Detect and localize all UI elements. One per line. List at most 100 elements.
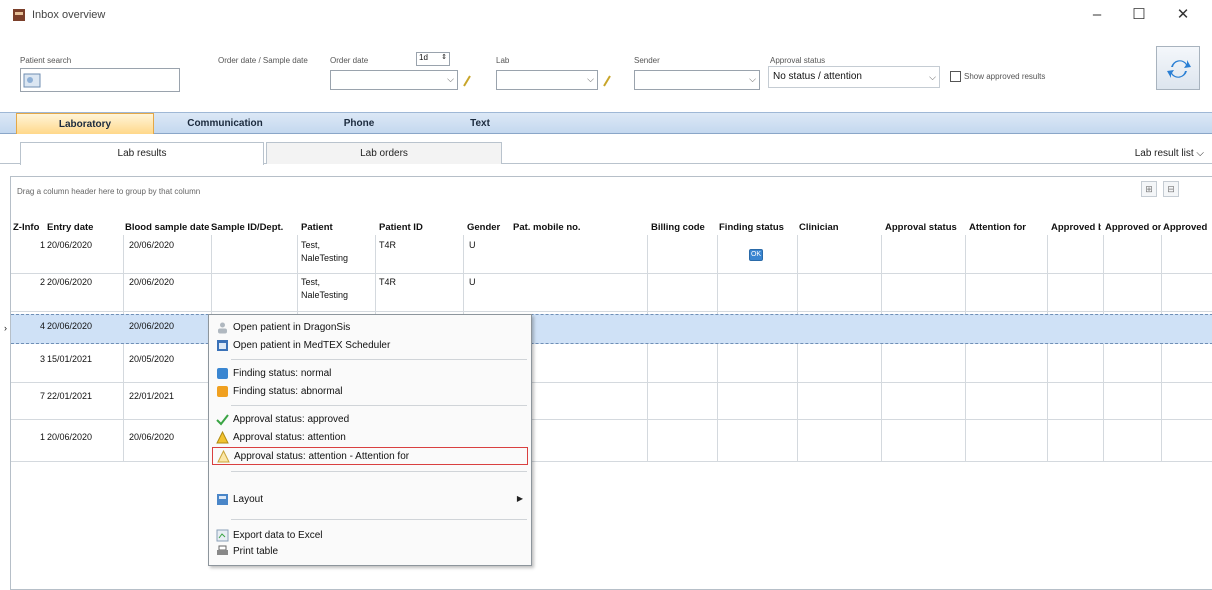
- col-approval-status[interactable]: Approval status: [885, 222, 967, 233]
- row-divider: [11, 461, 1212, 462]
- sender-label: Sender: [634, 56, 660, 65]
- title-bar: Inbox overview – ☐ ✕: [0, 0, 1212, 30]
- col-clinician[interactable]: Clinician: [799, 222, 875, 233]
- sender-dropdown[interactable]: ⌵: [634, 70, 760, 90]
- menu-item-open-patient-scheduler[interactable]: Open patient in MedTEX Scheduler: [209, 337, 531, 355]
- tab-lab-orders[interactable]: Lab orders: [266, 142, 502, 164]
- col-billing-code[interactable]: Billing code: [651, 222, 715, 233]
- col-z-info[interactable]: Z-Info: [13, 222, 43, 233]
- show-approved-checkbox[interactable]: [950, 71, 961, 82]
- chevron-down-icon[interactable]: ⌵: [587, 74, 594, 85]
- lab-results-grid: Drag a column header here to group by th…: [4, 176, 1212, 590]
- order-date-dropdown[interactable]: ⌵: [330, 70, 458, 90]
- patient-search-icon[interactable]: [23, 71, 41, 89]
- menu-item-label: Approval status: attention - Attention f…: [234, 451, 410, 462]
- menu-item-label: Open patient in MedTEX Scheduler: [233, 340, 391, 351]
- tab-text[interactable]: Text: [430, 113, 530, 134]
- maximize-button[interactable]: ☐: [1124, 4, 1154, 26]
- lab-result-list-dropdown[interactable]: Lab result list ⌵: [1135, 148, 1204, 159]
- group-by-hint: Drag a column header here to group by th…: [17, 187, 201, 196]
- approval-status-dropdown[interactable]: No status / attention ⌵: [768, 66, 940, 88]
- patient-name: Test,: [301, 240, 321, 250]
- table-row[interactable]: 2 20/06/2020 20/06/2020 Test, NaleTestin…: [11, 274, 1212, 310]
- col-patient[interactable]: Patient: [301, 222, 371, 233]
- menu-item-layout[interactable]: Layout ▶: [209, 491, 531, 509]
- menu-item-finding-normal[interactable]: Finding status: normal: [209, 365, 531, 383]
- scheduler-icon: [217, 340, 228, 351]
- abnormal-status-icon: [217, 386, 228, 397]
- col-approved[interactable]: Approved: [1163, 222, 1212, 233]
- menu-item-label: Approval status: approved: [233, 414, 350, 425]
- col-mobile[interactable]: Pat. mobile no.: [513, 222, 643, 233]
- entry-date: 20/06/2020: [47, 240, 93, 250]
- entry-date: 20/06/2020: [47, 321, 93, 331]
- window-title: Inbox overview: [32, 9, 106, 21]
- patient-name-2: NaleTesting: [301, 253, 349, 263]
- blood-sample-date: 20/05/2020: [129, 354, 175, 364]
- tab-phone[interactable]: Phone: [300, 113, 418, 134]
- patient-icon: [218, 322, 227, 334]
- row-number: 3: [39, 354, 45, 364]
- col-patient-id[interactable]: Patient ID: [379, 222, 461, 233]
- patient-name: Test,: [301, 277, 321, 287]
- menu-item-label: Layout: [233, 494, 264, 505]
- chevron-down-icon[interactable]: ⌵: [1196, 148, 1204, 159]
- col-blood-sample-date[interactable]: Blood sample date: [125, 222, 209, 233]
- collapse-all-icon[interactable]: ⊟: [1163, 181, 1179, 197]
- tab-communication[interactable]: Communication: [160, 113, 290, 134]
- table-row-selected[interactable]: › 4 20/06/2020 20/06/2020: [4, 314, 1212, 344]
- table-row[interactable]: 1 20/06/2020 20/06/2020 Test, NaleTestin…: [11, 237, 1212, 273]
- filter-bar: Patient search Order date / Sample date …: [0, 30, 1212, 104]
- order-date-label: Order date / Sample date: [218, 56, 308, 65]
- menu-item-approval-attention-for[interactable]: Approval status: attention - Attention f…: [212, 447, 528, 465]
- col-sample-id[interactable]: Sample ID/Dept.: [211, 222, 295, 233]
- tab-lab-results[interactable]: Lab results: [20, 142, 264, 165]
- patient-search-field[interactable]: [20, 68, 180, 92]
- col-approved-on[interactable]: Approved on: [1105, 222, 1161, 233]
- show-approved-label: Show approved results: [964, 72, 1046, 81]
- row-number: 1: [39, 432, 45, 442]
- main-tab-bar: Laboratory Communication Phone Text: [0, 112, 1212, 134]
- menu-item-label: Open patient in DragonSis: [233, 322, 351, 333]
- col-gender[interactable]: Gender: [467, 222, 513, 233]
- tab-laboratory[interactable]: Laboratory: [16, 113, 154, 134]
- order-date-stepper[interactable]: 1d ⇕: [416, 52, 450, 66]
- checkmark-icon: [216, 414, 229, 426]
- gender: U: [469, 240, 476, 250]
- expand-all-icon[interactable]: ⊞: [1141, 181, 1157, 197]
- refresh-icon: [1167, 60, 1191, 78]
- warning-outline-icon: [217, 450, 230, 463]
- order-date-stepper-value: 1d: [419, 53, 428, 62]
- lab-dropdown[interactable]: ⌵: [496, 70, 598, 90]
- menu-item-approval-approved[interactable]: Approval status: approved: [209, 411, 531, 429]
- context-menu: Open patient in DragonSis Open patient i…: [208, 314, 532, 566]
- blood-sample-date: 22/01/2021: [129, 391, 175, 401]
- gender: U: [469, 277, 476, 287]
- approval-status-label: Approval status: [770, 56, 826, 65]
- refresh-button[interactable]: [1156, 46, 1200, 90]
- table-row[interactable]: 7 22/01/2021 22/01/2021: [11, 383, 1212, 419]
- spinner-icon[interactable]: ⇕: [441, 53, 447, 61]
- chevron-down-icon[interactable]: ⌵: [929, 72, 936, 83]
- menu-item-print-table[interactable]: Print table: [209, 543, 531, 561]
- pin-icon[interactable]: [462, 74, 472, 88]
- row-number: 2: [39, 277, 45, 287]
- col-attention-for[interactable]: Attention for: [969, 222, 1049, 233]
- col-finding-status[interactable]: Finding status: [719, 222, 797, 233]
- patient-search-label: Patient search: [20, 56, 72, 65]
- table-row[interactable]: 1 20/06/2020 20/06/2020: [11, 420, 1212, 460]
- chevron-down-icon[interactable]: ⌵: [447, 74, 454, 85]
- col-approved-by[interactable]: Approved by: [1051, 222, 1101, 233]
- table-row[interactable]: 3 15/01/2021 20/05/2020: [11, 346, 1212, 382]
- pin-icon[interactable]: [602, 74, 612, 88]
- menu-item-approval-attention[interactable]: Approval status: attention: [209, 429, 531, 447]
- minimize-button[interactable]: –: [1082, 4, 1112, 26]
- row-number: 7: [39, 391, 45, 401]
- col-entry-date[interactable]: Entry date: [47, 222, 121, 233]
- entry-date: 20/06/2020: [47, 432, 93, 442]
- row-number: 1: [39, 240, 45, 250]
- close-button[interactable]: ✕: [1168, 4, 1198, 26]
- chevron-down-icon[interactable]: ⌵: [749, 74, 756, 85]
- menu-item-open-patient-dragonsis[interactable]: Open patient in DragonSis: [209, 319, 531, 337]
- menu-item-finding-abnormal[interactable]: Finding status: abnormal: [209, 383, 531, 401]
